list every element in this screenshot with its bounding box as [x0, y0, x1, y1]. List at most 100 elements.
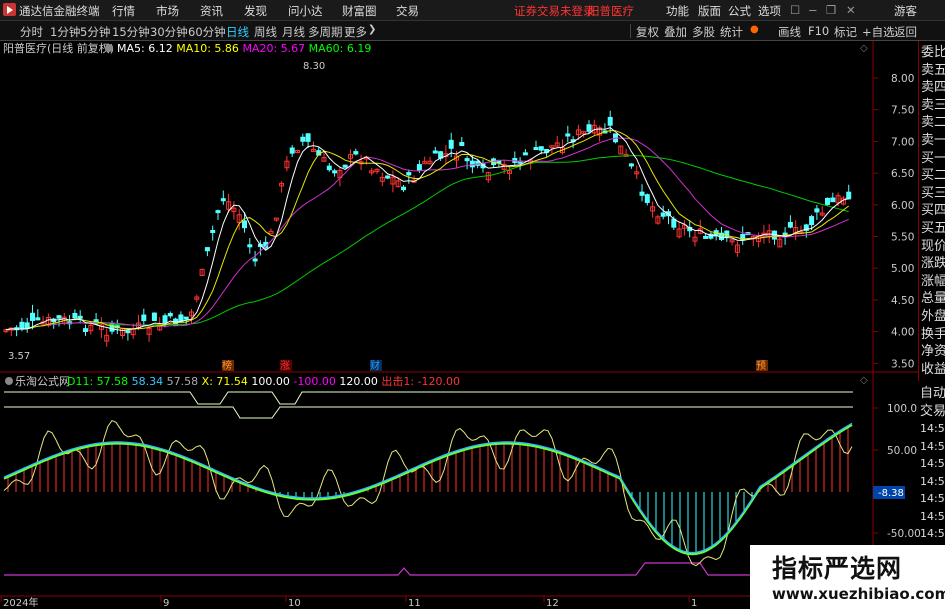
collapse-icon-2[interactable]: ◇ [860, 375, 868, 386]
candle-body [671, 218, 677, 228]
indicator-settings-icon[interactable] [5, 377, 13, 385]
legend-item: 出击1: -120.00 [381, 374, 460, 388]
tick-label: 自动 [920, 386, 945, 401]
watermark-title: 指标严选网 [772, 554, 903, 583]
watermark-url: www.xuezhibiao.com [772, 585, 945, 603]
quote-label[interactable]: 委比 [921, 45, 945, 61]
candle-body [644, 194, 650, 203]
candle-body [19, 321, 25, 330]
indicator-legend: D11: 57.58 58.34 57.58 X: 71.54 100.00 -… [67, 374, 460, 388]
candle-body [183, 316, 189, 320]
y-tick-label: 7.50 [891, 105, 914, 117]
marker-bang[interactable]: 榜 [222, 359, 232, 372]
candle-body [141, 314, 147, 322]
x-tick-label: 11 [408, 598, 421, 609]
ma5-line [5, 127, 849, 332]
quote-label[interactable]: 净资 [921, 344, 945, 360]
y-tick-label: 4.50 [891, 295, 914, 307]
indicator-bottom-line [4, 562, 853, 576]
y-tick-label: 4.00 [891, 327, 914, 339]
quote-label[interactable]: 买三 [921, 186, 945, 202]
y-tick-label: 5.50 [891, 232, 914, 244]
quote-label[interactable]: 现价 [921, 239, 945, 255]
tick-label: 交易 [920, 403, 945, 419]
marker-yu[interactable]: 预 [756, 360, 766, 372]
quote-label[interactable]: 卖五 [921, 63, 945, 79]
collapse-icon[interactable]: ◇ [860, 43, 868, 54]
marker-cai[interactable]: 财 [370, 359, 380, 372]
quote-label[interactable]: 收益 [921, 362, 945, 378]
y-tick-label: 7.00 [891, 136, 914, 148]
legend-item: X: 71.54 [202, 375, 252, 388]
quote-label[interactable]: 卖四 [921, 80, 945, 96]
quote-label[interactable]: 买四 [921, 203, 945, 219]
tick-label: 14:56 [920, 422, 945, 435]
ma10-line [5, 130, 850, 331]
candle-body [432, 150, 438, 154]
quote-label[interactable]: 卖三 [921, 98, 945, 114]
candle-body [151, 312, 157, 321]
candle-body [342, 164, 348, 168]
legend-item: -100.00 [293, 375, 339, 388]
x-tick-label: 9 [163, 598, 169, 609]
candle-body [846, 191, 852, 200]
kline-chart-area[interactable]: 8.00 7.50 7.00 6.50 6.00 5.50 5.00 4.50 4.00 3.50… [0, 0, 945, 609]
quote-label[interactable]: 卖二 [921, 115, 945, 131]
quote-label[interactable]: 换手 [921, 327, 945, 343]
tick-label: 14:56 [920, 527, 945, 540]
quote-label[interactable]: 买五 [921, 221, 945, 237]
quote-label[interactable]: 卖一 [921, 133, 945, 149]
candle-body [125, 330, 131, 334]
candle-body [533, 147, 539, 151]
candle-body [538, 146, 544, 151]
candle-body [628, 163, 634, 167]
y-tick-label: 6.50 [891, 168, 914, 180]
indicator-upper-signal-line [4, 391, 853, 405]
candle-body [210, 229, 216, 233]
settings-icon[interactable] [105, 44, 113, 52]
quote-label[interactable]: 涨跌 [921, 256, 945, 272]
quote-label[interactable]: 买一 [921, 151, 945, 167]
candle-body [30, 312, 35, 321]
candle-body [305, 133, 311, 142]
candle-body [35, 317, 41, 321]
x-tick-label: 12 [546, 598, 559, 609]
indicator-lower-signal-line [4, 406, 853, 419]
high-price-label: 8.30 [303, 61, 325, 72]
quote-label[interactable]: 外盘 [921, 309, 945, 325]
candle-body [814, 208, 820, 213]
quote-label[interactable]: 涨幅 [921, 274, 945, 290]
candle-body [252, 258, 258, 262]
candle-body [72, 312, 78, 319]
candle-body [289, 147, 295, 154]
candlestick-series [3, 110, 852, 347]
candle-body [247, 244, 253, 248]
marker-zhang[interactable]: 涨 [280, 360, 290, 372]
candle-body [385, 175, 391, 179]
candle-body [406, 172, 412, 176]
indicator-d1-line [3, 422, 853, 554]
candle-body [24, 322, 30, 329]
candle-body [586, 124, 592, 132]
candle-body [469, 160, 475, 168]
candle-body [464, 158, 470, 162]
candle-body [332, 170, 338, 174]
candle-body [326, 165, 332, 171]
y-axis-ticks-main: 8.00 7.50 7.00 6.50 6.00 5.50 5.00 4.50 4.00 3.50 [873, 73, 914, 370]
candle-body [825, 197, 830, 205]
y-tick-label-indicator: 50.00 [887, 445, 917, 457]
candle-body [660, 212, 666, 217]
quote-label[interactable]: 买二 [921, 168, 945, 184]
candle-body [703, 235, 709, 239]
candle-body [565, 133, 571, 137]
candle-body [459, 141, 465, 147]
y-tick-label-indicator: -50.00 [887, 528, 921, 540]
candle-body [77, 315, 83, 319]
y-tick-label-indicator: 100.0 [887, 403, 917, 415]
chart-title: 阳普医疗(日线 前复权) [3, 41, 114, 55]
y-axis-ticks-indicator: 100.0 50.00 -50.00 [873, 403, 921, 540]
legend-item: 57.58 [167, 375, 202, 388]
quote-label[interactable]: 总量 [921, 291, 945, 307]
legend-item: 100.00 [251, 375, 293, 388]
candle-body [401, 186, 406, 191]
